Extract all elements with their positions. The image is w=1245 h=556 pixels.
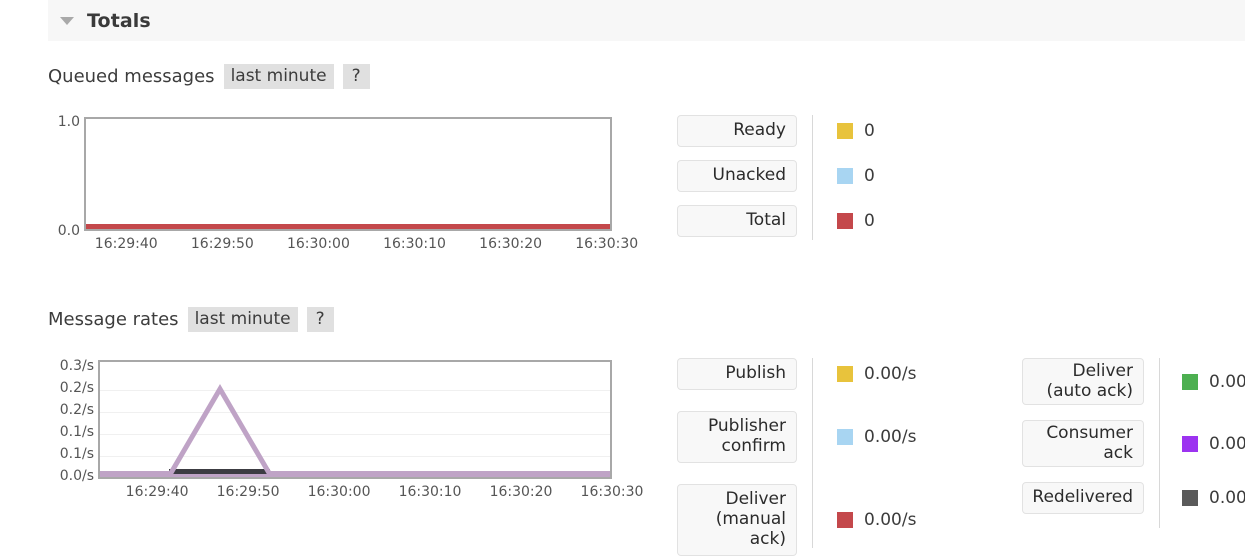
color-swatch-publish [837, 366, 853, 382]
color-swatch-deliver-manual-ack [837, 512, 853, 528]
color-swatch-consumer-ack [1182, 435, 1198, 452]
legend-button-ready[interactable]: Ready [677, 115, 797, 147]
legend-label-column: Publish Publisher confirm Deliver (manua… [677, 358, 797, 556]
legend-value-deliver-auto-ack: 0.00/ [1209, 371, 1245, 392]
queued-messages-x-axis: 16:29:40 16:29:50 16:30:00 16:30:10 16:3… [84, 236, 638, 256]
queued-messages-label: Queued messages [48, 65, 215, 87]
legend-row-publish: 0.00/s [837, 358, 916, 390]
legend-button-deliver-auto-ack[interactable]: Deliver (auto ack) [1022, 358, 1144, 405]
x-tick-label: 16:30:30 [580, 484, 644, 500]
x-tick-label: 16:30:20 [479, 236, 543, 252]
message-rates-legend-left: Publish Publisher confirm Deliver (manua… [677, 358, 916, 556]
legend-row-total: 0 [837, 205, 875, 237]
legend-label-column: Ready Unacked Total [677, 115, 797, 237]
y-tick-label: 0.2/s [59, 380, 94, 396]
page-title: Totals [87, 9, 151, 32]
triangle-down-icon[interactable] [60, 16, 74, 25]
message-rates-legend-right: Deliver (auto ack) Consumer ack Redelive… [1022, 358, 1245, 528]
y-tick-label: 0.0/s [59, 468, 94, 484]
legend-row-deliver-auto-ack: 0.00/ [1182, 358, 1245, 405]
color-swatch-deliver-auto-ack [1182, 373, 1198, 390]
message-rates-period-chip[interactable]: last minute [187, 306, 298, 332]
y-tick-label: 1.0 [57, 114, 80, 130]
legend-row-unacked: 0 [837, 160, 875, 192]
message-rates-chart: 0.3/s 0.2/s 0.2/s 0.1/s 0.1/s 0.0/s 16:2… [48, 355, 648, 505]
queued-messages-chart: 1.0 0.0 16:29:40 16:29:50 16:30:00 16:30… [48, 112, 648, 262]
y-tick-label: 0.1/s [59, 446, 94, 462]
y-tick-label: 0.2/s [59, 402, 94, 418]
legend-value-redelivered: 0.00/ [1209, 488, 1245, 508]
series-line-total [86, 224, 610, 229]
totals-section-header[interactable]: Totals [48, 0, 1245, 41]
y-tick-label: 0.1/s [59, 424, 94, 440]
legend-button-deliver-manual-ack[interactable]: Deliver (manual ack) [677, 484, 797, 556]
legend-row-ready: 0 [837, 115, 875, 147]
legend-value-unacked: 0 [864, 166, 875, 186]
legend-value-publish: 0.00/s [864, 364, 917, 384]
legend-value-publisher-confirm: 0.00/s [864, 427, 917, 447]
legend-value-consumer-ack: 0.00/ [1209, 433, 1245, 454]
queued-messages-legend: Ready Unacked Total 0 0 0 [677, 115, 875, 240]
y-tick-label: 0.0 [57, 223, 80, 239]
queued-messages-plot-area [84, 117, 612, 231]
legend-row-deliver-manual-ack: 0.00/s [837, 484, 916, 556]
queued-messages-heading: Queued messages last minute ? [48, 63, 370, 89]
legend-value-ready: 0 [864, 121, 875, 141]
message-rates-help-icon[interactable]: ? [306, 306, 334, 332]
queued-messages-period-chip[interactable]: last minute [223, 63, 334, 89]
legend-button-publisher-confirm[interactable]: Publisher confirm [677, 411, 797, 463]
legend-label-column: Deliver (auto ack) Consumer ack Redelive… [1022, 358, 1144, 514]
color-swatch-unacked [837, 168, 853, 184]
x-tick-label: 16:30:10 [383, 236, 446, 252]
legend-button-total[interactable]: Total [677, 205, 797, 237]
legend-row-redelivered: 0.00/ [1182, 482, 1245, 514]
legend-value-total: 0 [864, 211, 875, 231]
x-tick-label: 16:30:30 [575, 236, 639, 252]
y-tick-label: 0.3/s [59, 358, 94, 374]
legend-value-column: 0.00/s 0.00/s 0.00/s [837, 358, 916, 556]
x-tick-label: 16:29:50 [216, 484, 280, 500]
message-rates-x-axis: 16:29:40 16:29:50 16:30:00 16:30:10 16:3… [98, 484, 644, 504]
legend-divider [812, 115, 813, 240]
color-swatch-ready [837, 123, 853, 139]
legend-row-publisher-confirm: 0.00/s [837, 411, 916, 463]
message-rates-plot-area [98, 360, 612, 479]
x-tick-label: 16:30:00 [307, 484, 371, 500]
queued-messages-y-axis: 1.0 0.0 [48, 112, 80, 239]
message-rates-label: Message rates [48, 308, 179, 330]
message-rates-heading: Message rates last minute ? [48, 306, 334, 332]
queued-messages-help-icon[interactable]: ? [342, 63, 370, 89]
color-swatch-redelivered [1182, 490, 1198, 506]
x-tick-label: 16:29:40 [94, 236, 158, 252]
color-swatch-publisher-confirm [837, 429, 853, 445]
color-swatch-total [837, 213, 853, 229]
x-tick-label: 16:30:00 [286, 236, 350, 252]
legend-row-consumer-ack: 0.00/ [1182, 420, 1245, 467]
legend-button-consumer-ack[interactable]: Consumer ack [1022, 420, 1144, 467]
legend-value-column: 0.00/ 0.00/ 0.00/ [1182, 358, 1245, 514]
legend-divider [1159, 358, 1160, 528]
legend-value-deliver-manual-ack: 0.00/s [864, 510, 917, 530]
series-line-consumer-ack [100, 362, 612, 479]
legend-button-unacked[interactable]: Unacked [677, 160, 797, 192]
x-tick-label: 16:29:40 [125, 484, 189, 500]
legend-value-column: 0 0 0 [837, 115, 875, 237]
message-rates-y-axis: 0.3/s 0.2/s 0.2/s 0.1/s 0.1/s 0.0/s [48, 355, 94, 484]
x-tick-label: 16:30:20 [489, 484, 553, 500]
x-tick-label: 16:30:10 [398, 484, 462, 500]
x-tick-label: 16:29:50 [190, 236, 254, 252]
legend-button-redelivered[interactable]: Redelivered [1022, 482, 1144, 514]
legend-button-publish[interactable]: Publish [677, 358, 797, 390]
legend-divider [812, 358, 813, 548]
